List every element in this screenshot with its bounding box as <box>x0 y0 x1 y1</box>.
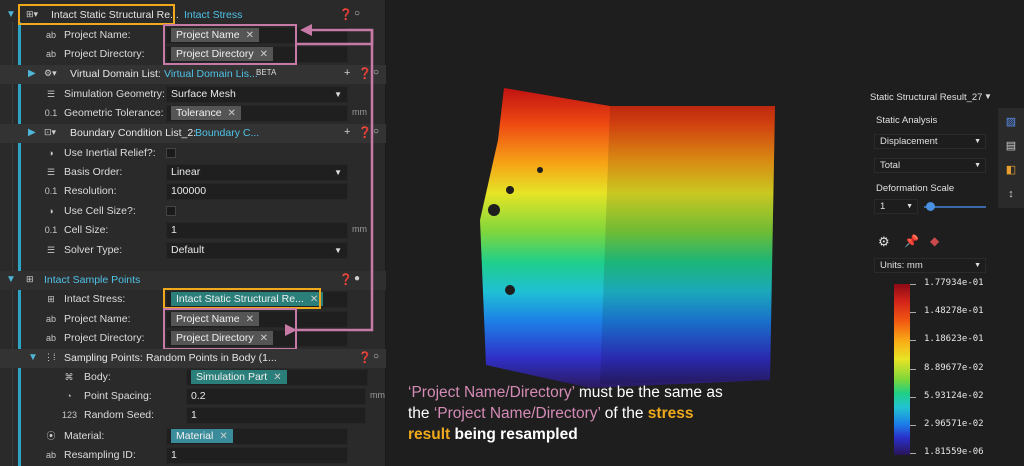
colorbar-label: 1.18623e-01 <box>924 334 984 345</box>
measure-icon[interactable]: ↕ <box>1005 188 1017 200</box>
arrowhead-top <box>300 24 312 36</box>
caption-project-ref-2: ‘Project Name/Directory’ <box>433 405 601 422</box>
component-select[interactable]: Total <box>874 158 986 173</box>
displacement-viewport[interactable] <box>470 80 830 400</box>
connector-bottom <box>297 30 374 332</box>
layers-icon[interactable]: ▤ <box>1005 140 1017 152</box>
settings-gear-icon[interactable]: ⚙ <box>878 234 890 250</box>
colorbar-tick <box>910 284 916 285</box>
caption-text-3: being resampled <box>450 426 578 443</box>
view-tool-strip: ▨ ▤ ◧ ↕ <box>998 108 1024 208</box>
displacement-legend-colorbar <box>894 284 910 455</box>
units-select[interactable]: Units: mm <box>874 258 986 273</box>
deformation-slider-thumb[interactable] <box>926 202 935 211</box>
void <box>505 285 515 295</box>
static-analysis-label: Static Analysis <box>876 115 938 126</box>
colorbar-label: 1.77934e-01 <box>924 278 984 288</box>
void <box>506 186 514 194</box>
colorbar-tick <box>910 424 916 426</box>
part-display-icon[interactable]: ◆ <box>930 234 939 248</box>
chevron-down-icon[interactable]: ▼ <box>984 92 992 101</box>
colorbar-tick <box>910 340 916 342</box>
void <box>537 167 543 173</box>
side-face-shade <box>600 106 775 384</box>
deformation-scale-input[interactable]: 1 <box>874 199 918 214</box>
pin-icon[interactable]: 📌 <box>904 234 919 248</box>
arrowhead-bottom <box>285 324 297 336</box>
colorbar-tick <box>910 396 916 398</box>
result-type-select[interactable]: Displacement <box>874 134 986 149</box>
color-map-icon[interactable]: ▨ <box>1005 116 1017 128</box>
result-title[interactable]: Static Structural Result_27 <box>870 92 982 103</box>
colorbar-label: 1.48278e-01 <box>924 306 984 317</box>
caption-text-2: of the <box>600 405 648 422</box>
annotation-caption: ‘Project Name/Directory’ must be the sam… <box>408 382 738 445</box>
caption-project-ref-1: ‘Project Name/Directory’ <box>408 384 575 401</box>
colorbar-tick <box>910 312 916 314</box>
colorbar-tick <box>910 453 916 454</box>
colorbar-label: 1.81559e-06 <box>924 447 984 457</box>
colorbar-label: 5.93124e-02 <box>924 390 984 401</box>
deformation-scale-label: Deformation Scale <box>876 183 955 194</box>
colorbar-tick <box>910 368 916 370</box>
colorbar-label: 8.89677e-02 <box>924 362 984 373</box>
void <box>488 204 500 216</box>
colorbar-label: 2.96571e-02 <box>924 418 984 429</box>
cube-icon[interactable]: ◧ <box>1005 164 1017 176</box>
